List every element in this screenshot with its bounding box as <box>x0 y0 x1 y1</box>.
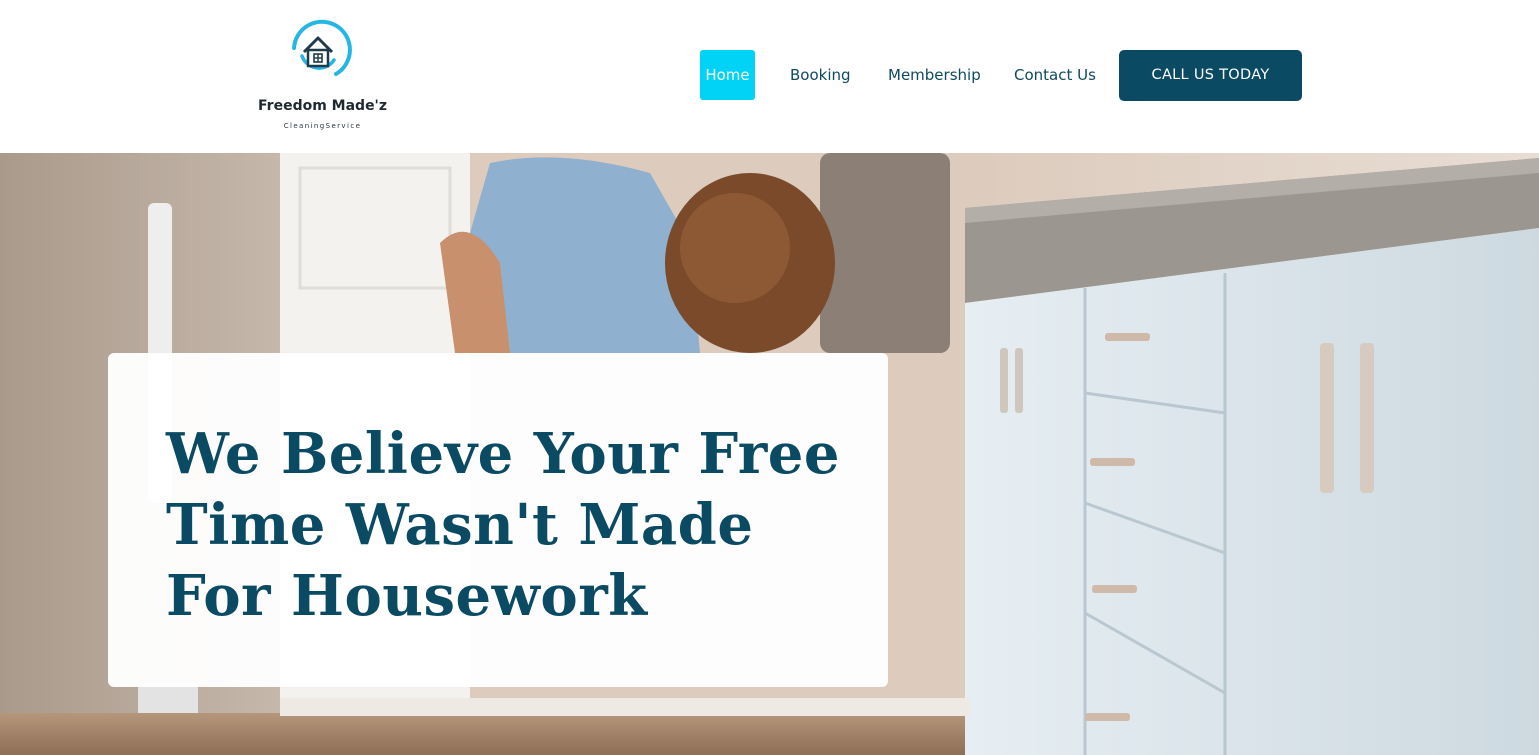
brand-logo[interactable]: Freedom Made'z CleaningService <box>250 16 395 138</box>
nav-booking[interactable]: Booking <box>790 50 851 100</box>
brand-tagline: CleaningService <box>283 122 362 130</box>
hero-card: We Believe Your Free Time Wasn't Made Fo… <box>108 353 888 687</box>
nav-home[interactable]: Home <box>700 50 755 100</box>
site-header: Freedom Made'z CleaningService Home Book… <box>0 0 1539 153</box>
hero-section: We Believe Your Free Time Wasn't Made Fo… <box>0 153 1539 755</box>
hero-headline: We Believe Your Free Time Wasn't Made Fo… <box>166 421 840 629</box>
brand-name: Freedom Made'z <box>258 98 387 114</box>
nav-membership[interactable]: Membership <box>888 50 981 100</box>
nav-contact-us[interactable]: Contact Us <box>1014 50 1096 100</box>
call-us-button[interactable]: CALL US TODAY <box>1119 50 1302 101</box>
house-icon <box>292 19 352 76</box>
